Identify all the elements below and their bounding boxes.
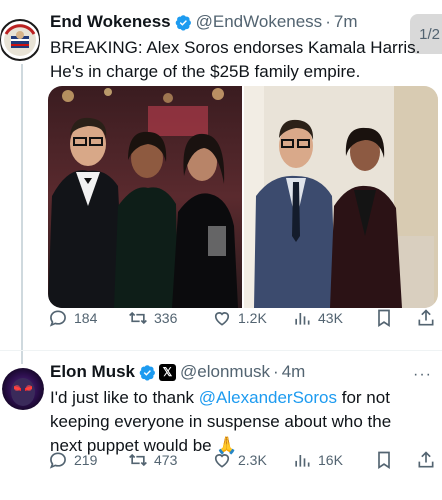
bookmark-button[interactable]: [374, 308, 400, 328]
tweet-text-line: I'd just like to thank @AlexanderSoros f…: [50, 386, 391, 410]
like-icon: [214, 454, 230, 468]
tweet-end-wokeness[interactable]: End Wokeness @EndWokeness · 7m 1/2 BREAK…: [0, 0, 442, 364]
timestamp[interactable]: 7m: [334, 12, 358, 32]
handle[interactable]: @elonmusk: [180, 362, 270, 382]
avatar-elon-musk[interactable]: [2, 364, 44, 414]
views-button[interactable]: 43K: [292, 308, 343, 328]
tweet-text-line: He's in charge of the $25B family empire…: [50, 62, 361, 81]
thread-connector-line: [21, 64, 23, 364]
views-icon: [295, 313, 310, 325]
repost-button[interactable]: 336: [128, 308, 177, 328]
tweet-text: I'd just like to thank @AlexanderSoros f…: [50, 386, 391, 458]
handle[interactable]: @EndWokeness: [196, 12, 323, 32]
display-name[interactable]: End Wokeness: [50, 12, 171, 32]
like-count: 1.2K: [238, 310, 267, 326]
tweet-header: End Wokeness @EndWokeness · 7m: [50, 12, 357, 32]
views-icon: [295, 455, 310, 467]
x-affiliate-badge-icon: 𝕏: [159, 363, 177, 381]
verified-badge-icon: [175, 14, 191, 31]
timestamp[interactable]: 4m: [282, 362, 306, 382]
share-button[interactable]: [416, 308, 442, 328]
reply-button[interactable]: 219: [48, 450, 97, 470]
reply-icon: [49, 310, 66, 327]
views-button[interactable]: 16K: [292, 450, 343, 470]
bookmark-icon: [378, 309, 390, 328]
views-count: 16K: [318, 452, 343, 468]
tweet-media-grid[interactable]: [48, 86, 438, 308]
share-button[interactable]: [416, 450, 442, 470]
tweet-header: Elon Musk 𝕏 @elonmusk · 4m: [50, 362, 305, 382]
reply-count: 184: [74, 310, 98, 326]
like-icon: [214, 312, 230, 326]
verified-badge-icon: [139, 364, 155, 381]
repost-count: 336: [154, 310, 178, 326]
share-icon: [418, 451, 434, 468]
bookmark-icon: [378, 451, 390, 470]
tweet-text: BREAKING: Alex Soros endorses Kamala Har…: [50, 36, 420, 84]
mention-link[interactable]: @AlexanderSoros: [199, 388, 337, 407]
display-name[interactable]: Elon Musk: [50, 362, 135, 382]
avatar-end-wokeness[interactable]: [0, 14, 40, 66]
views-count: 43K: [318, 310, 343, 326]
bookmark-button[interactable]: [374, 450, 400, 470]
reply-count: 219: [74, 452, 98, 468]
repost-icon: [129, 311, 147, 325]
separator-dot: ·: [325, 12, 331, 31]
tweet-text-line: BREAKING: Alex Soros endorses Kamala Har…: [50, 38, 421, 57]
text-segment: I'd just like to thank: [50, 388, 199, 407]
text-segment: for not: [337, 388, 390, 407]
reply-icon: [49, 452, 66, 469]
like-button[interactable]: 1.2K: [212, 308, 267, 328]
like-button[interactable]: 2.3K: [212, 450, 267, 470]
repost-icon: [129, 453, 147, 467]
separator-dot: ·: [273, 362, 279, 381]
more-options-icon[interactable]: ···: [413, 366, 432, 384]
tweet-text-line: keeping everyone in suspense about who t…: [50, 412, 392, 431]
repost-button[interactable]: 473: [128, 450, 177, 470]
photo-gala-group[interactable]: [48, 86, 242, 308]
share-icon: [418, 309, 434, 326]
reply-button[interactable]: 184: [48, 308, 97, 328]
like-count: 2.3K: [238, 452, 267, 468]
repost-count: 473: [154, 452, 178, 468]
photo-two-people[interactable]: [244, 86, 438, 308]
